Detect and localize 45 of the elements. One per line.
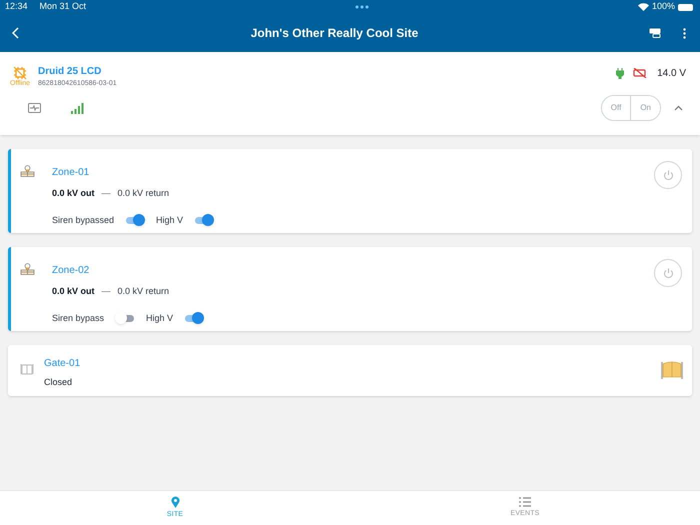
toggle-switch[interactable]: [125, 214, 146, 226]
power-icon: [662, 170, 674, 180]
more-icon[interactable]: [683, 28, 686, 38]
output-reading: 0.0 kV out: [52, 285, 95, 298]
device-name[interactable]: Druid 25 LCD: [38, 66, 117, 78]
plug-icon: [616, 68, 624, 79]
signal-bars-icon: [71, 102, 84, 114]
output-reading: 0.0 kV out: [52, 187, 95, 200]
item-name[interactable]: Zone-02: [52, 263, 90, 278]
return-reading: 0.0 kV return: [118, 187, 170, 200]
voltage-reading: 14.0 V: [657, 67, 686, 81]
list-icon: [519, 496, 531, 507]
toggle-label: Siren bypass: [52, 312, 104, 325]
multitask-dots-icon[interactable]: [355, 5, 370, 9]
battery-icon: [678, 4, 693, 10]
page-title: John's Other Really Cool Site: [250, 25, 420, 42]
toggle-label: Siren bypassed: [52, 214, 114, 227]
power-toggle-option[interactable]: On: [630, 96, 660, 120]
toggle-label: High V: [156, 214, 184, 227]
gate-outline-icon: [20, 363, 34, 375]
battery-percent: 100%: [652, 0, 675, 14]
toggle-switch[interactable]: [115, 312, 136, 324]
power-icon: [662, 268, 674, 278]
chip-crossed-icon: [13, 66, 27, 80]
wifi-icon: [638, 3, 649, 11]
graph-icon[interactable]: [28, 103, 41, 113]
item-name[interactable]: Zone-01: [52, 165, 90, 180]
gate-icon: [661, 361, 683, 379]
collapse-icon[interactable]: [674, 105, 683, 111]
gate-state: Closed: [44, 376, 74, 389]
battery-crossed-icon: [633, 68, 648, 78]
toggle-switch[interactable]: [184, 312, 204, 324]
dash: —: [102, 187, 111, 200]
location-pin-icon: [170, 496, 180, 508]
return-reading: 0.0 kV return: [118, 285, 170, 298]
dash: —: [102, 285, 111, 298]
map-pin-icon: [20, 164, 35, 176]
map-pin-icon: [20, 262, 35, 274]
back-icon[interactable]: [12, 27, 20, 39]
status-date: Mon 31 Oct: [40, 0, 86, 14]
item-name[interactable]: Gate-01: [44, 356, 661, 371]
toggle-switch[interactable]: [194, 214, 214, 226]
toggle-label: High V: [146, 312, 174, 325]
device-icon[interactable]: [649, 28, 661, 38]
status-time: 12:34: [5, 0, 28, 14]
